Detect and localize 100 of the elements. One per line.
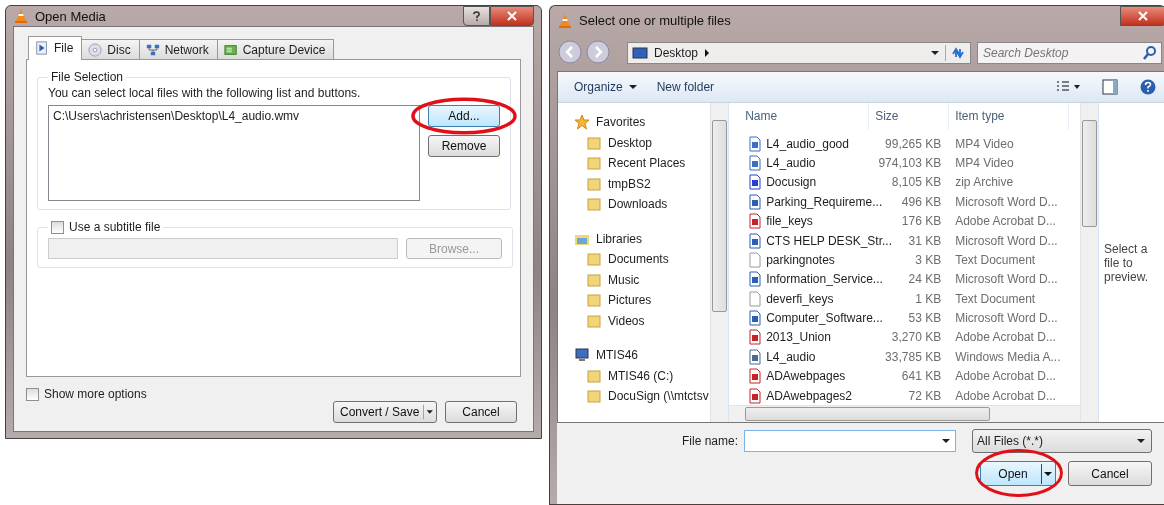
location-icon [586,312,602,329]
nav-group[interactable]: Libraries [558,228,711,249]
column-header[interactable]: Size [869,102,950,130]
dialog-button[interactable]: Convert / Save [333,401,437,423]
cone-icon [13,8,29,24]
file-icon [747,193,764,210]
nav-item[interactable]: tmpBS2 [558,173,711,194]
nav-item[interactable]: Downloads [558,193,711,215]
nav-item[interactable]: Documents [558,248,711,270]
file-icon [747,251,764,268]
file-row[interactable]: L4_audio_good 99,265 KB MP4 Video [729,133,1080,154]
dialog-button[interactable]: Cancel [1068,461,1152,487]
address-bar[interactable]: Desktop [627,42,971,65]
nav-group[interactable]: Favorites [558,111,711,133]
dropdown-icon [942,438,950,445]
back-icon [558,40,582,65]
file-path[interactable]: C:\Users\achristensen\Desktop\L4_audio.wmv [53,109,415,123]
file-button[interactable]: Add... [428,105,500,127]
tab[interactable]: Capture Device [216,39,335,59]
toolbar-button[interactable]: Organize [570,79,641,94]
file-row[interactable]: ADAwebpages 641 KB Adobe Acrobat D... [729,366,1080,386]
toolbar-button[interactable]: New folder [652,79,719,94]
location-icon [586,388,602,405]
file-name: parkingnotes [766,252,835,267]
column-header[interactable]: Item type [949,102,1070,130]
nav-item[interactable]: Music [558,269,711,290]
nav-item[interactable]: DocuSign (\\mtctsv [558,385,711,407]
scrollbar[interactable] [729,405,1080,423]
file-size: 974,103 KB [877,155,943,170]
nav-item[interactable]: Desktop [558,132,711,153]
help-icon[interactable] [1140,78,1156,95]
file-name: L4_audio [766,349,816,364]
dropdown-icon [931,50,939,57]
file-name: file_keys [766,214,813,229]
chevron-icon [704,49,711,58]
file-row[interactable]: parkingnotes 3 KB Text Document [729,250,1080,270]
help-button[interactable] [463,6,490,26]
file-row[interactable]: Computer_Software... 53 KB Microsoft Word D... [729,308,1080,328]
file-name: deverfi_keys [766,291,834,306]
preview-message: Select a file to preview. [1104,241,1150,284]
file-type: Text Document [954,291,1037,306]
file-size: 3,270 KB [890,330,943,345]
nav-item[interactable]: Videos [558,310,711,331]
file-row[interactable]: Information_Service... 24 KB Microsoft Word D... [729,269,1080,289]
checkbox[interactable] [26,387,39,401]
file-icon [747,348,764,365]
search-icon [1142,45,1158,62]
dialog-button[interactable]: Cancel [445,401,517,423]
file-type-dropdown[interactable]: All Files (*.*) [972,429,1152,454]
tab[interactable]: File [28,36,83,60]
dropdown-icon [1137,438,1145,445]
file-row[interactable]: CTS HELP DESK_Str... 31 KB Microsoft Word D... [729,230,1080,251]
checkbox-label: Use a subtitle file [69,220,161,234]
column-header[interactable]: Name [729,102,870,130]
checkbox-label: Show more options [44,387,147,401]
file-icon [747,174,764,191]
scrollbar[interactable] [1080,102,1098,423]
group-icon [574,114,590,131]
search-field[interactable]: Search Desktop [977,42,1162,65]
file-row[interactable]: Docusign 8,105 KB zip Archive [729,172,1080,193]
preview-pane-icon[interactable] [1102,78,1118,95]
file-icon [747,329,764,346]
file-type: MP4 Video [954,155,1015,170]
address-text[interactable]: Desktop [654,46,699,61]
back-button[interactable] [557,40,583,67]
tab-icon [35,41,49,55]
field-label: File name: [681,434,738,449]
file-row[interactable]: L4_audio 33,785 KB Windows Media A... [729,347,1080,367]
file-row[interactable]: ADAwebpages2 72 KB Adobe Acrobat D... [729,385,1080,406]
file-button[interactable]: Remove [428,135,500,157]
file-row[interactable]: 2013_Union 3,270 KB Adobe Acrobat D... [729,327,1080,348]
file-row[interactable]: L4_audio 974,103 KB MP4 Video [729,153,1080,173]
file-row[interactable]: deverfi_keys 1 KB Text Document [729,289,1080,309]
file-list[interactable]: C:\Users\achristensen\Desktop\L4_audio.wmv [48,105,420,201]
nav-group[interactable]: MTIS46 [558,344,711,366]
file-size: 3 KB [914,252,943,267]
file-row[interactable]: file_keys 176 KB Adobe Acrobat D... [729,211,1080,231]
close-button[interactable] [490,6,534,26]
file-type: MP4 Video [954,136,1015,151]
forward-button[interactable] [585,40,611,67]
file-name: CTS HELP DESK_Str... [766,233,892,248]
file-type: zip Archive [954,175,1015,190]
view-list-icon[interactable] [1056,80,1080,93]
scrollbar[interactable] [710,102,729,423]
subtitle-field[interactable] [48,238,398,259]
dialog-button[interactable]: Open [980,461,1056,487]
file-name: ADAwebpages [766,369,846,384]
nav-item[interactable]: MTIS46 (C:) [558,365,711,386]
close-button[interactable] [1120,6,1164,26]
file-type: Windows Media A... [954,349,1062,364]
file-icon [747,290,764,307]
file-row[interactable]: Parking_Requireme... 496 KB Microsoft Word D... [729,192,1080,212]
location-icon [586,196,602,213]
nav-item[interactable]: Pictures [558,289,711,311]
nav-item[interactable]: Recent Places [558,152,711,174]
tab[interactable]: Network [138,39,218,59]
checkbox[interactable] [51,220,64,234]
file-name: ADAwebpages2 [766,388,852,403]
tab[interactable]: Disc [81,39,140,59]
file-name-field[interactable] [744,430,956,453]
